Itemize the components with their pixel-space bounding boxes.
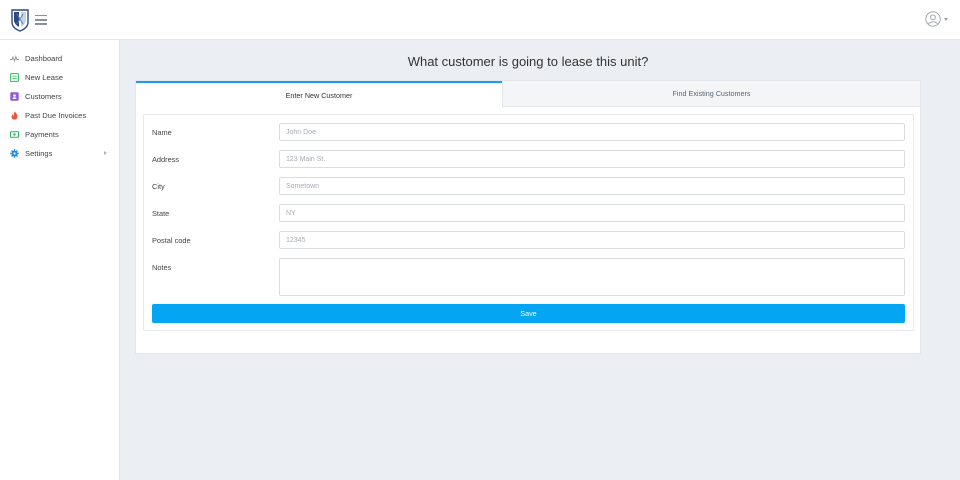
- user-menu[interactable]: [925, 11, 948, 27]
- top-bar: [0, 0, 960, 40]
- user-avatar-icon[interactable]: [925, 11, 941, 27]
- clipboard-icon: [10, 73, 19, 82]
- sidebar-item-label: Past Due Invoices: [25, 111, 87, 120]
- tab-find-existing-customers[interactable]: Find Existing Customers: [502, 81, 920, 107]
- form-row-address: Address: [144, 150, 913, 168]
- shield-logo-icon[interactable]: [10, 8, 30, 32]
- sidebar-item-label: Customers: [25, 92, 62, 101]
- tab-enter-new-customer[interactable]: Enter New Customer: [136, 81, 502, 107]
- hamburger-menu-icon[interactable]: [35, 15, 47, 25]
- postal-code-label: Postal code: [152, 236, 191, 245]
- notes-field[interactable]: [279, 258, 905, 296]
- customer-card: Enter New Customer Find Existing Custome…: [135, 80, 921, 354]
- sidebar-item-customers[interactable]: Customers: [0, 87, 119, 106]
- sidebar-item-dashboard[interactable]: Dashboard: [0, 49, 119, 68]
- form-row-state: State: [144, 204, 913, 222]
- notes-label: Notes: [152, 263, 172, 272]
- postal-code-field[interactable]: [279, 231, 905, 249]
- sidebar-item-payments[interactable]: Payments: [0, 125, 119, 144]
- chevron-down-icon[interactable]: [944, 17, 948, 21]
- name-field[interactable]: [279, 123, 905, 141]
- money-icon: [10, 130, 19, 139]
- city-field[interactable]: [279, 177, 905, 195]
- sidebar-item-new-lease[interactable]: New Lease: [0, 68, 119, 87]
- form-row-notes: Notes: [144, 258, 913, 296]
- sidebar-item-label: Dashboard: [25, 54, 63, 63]
- sidebar-item-past-due-invoices[interactable]: Past Due Invoices: [0, 106, 119, 125]
- form-row-name: Name: [144, 123, 913, 141]
- sidebar-item-label: Settings: [25, 149, 53, 158]
- tab-bar: Enter New Customer Find Existing Custome…: [136, 81, 920, 107]
- save-button[interactable]: Save: [152, 304, 905, 323]
- city-label: City: [152, 182, 165, 191]
- sidebar-item-label: Payments: [25, 130, 59, 139]
- gear-icon: [10, 149, 19, 158]
- form-row-city: City: [144, 177, 913, 195]
- main-content: What customer is going to lease this uni…: [120, 40, 960, 480]
- sidebar-item-settings[interactable]: Settings: [0, 144, 119, 163]
- form-row-postal-code: Postal code: [144, 231, 913, 249]
- state-field[interactable]: [279, 204, 905, 222]
- page-title: What customer is going to lease this uni…: [407, 54, 649, 69]
- state-label: State: [152, 209, 170, 218]
- name-label: Name: [152, 128, 172, 137]
- address-field[interactable]: [279, 150, 905, 168]
- new-customer-form: Name Address City State Postal code Note…: [143, 114, 914, 331]
- contact-card-icon: [10, 92, 19, 101]
- address-label: Address: [152, 155, 180, 164]
- sidebar-item-label: New Lease: [25, 73, 63, 82]
- activity-icon: [10, 54, 19, 63]
- fire-icon: [10, 111, 19, 120]
- chevron-right-icon: [104, 151, 107, 155]
- sidebar: Dashboard New Lease Customers Past Due I…: [0, 40, 120, 480]
